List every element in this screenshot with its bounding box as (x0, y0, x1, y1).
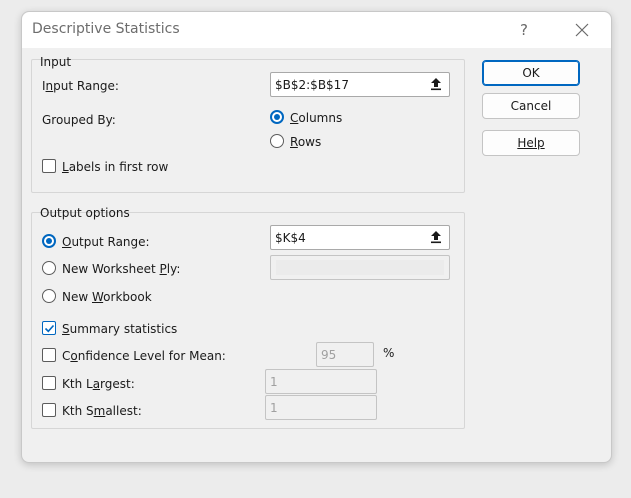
output-options-legend: Output options (40, 206, 130, 220)
disabled-field-fill (276, 260, 444, 275)
output-range-label[interactable]: Output Range: (62, 235, 150, 249)
confidence-level-label[interactable]: Confidence Level for Mean: (62, 349, 226, 363)
new-workbook-radio[interactable] (42, 289, 56, 303)
dialog-title: Descriptive Statistics (32, 21, 180, 37)
rows-radio-label[interactable]: Rows (290, 135, 321, 149)
new-worksheet-ply-radio[interactable] (42, 261, 56, 275)
columns-radio-label[interactable]: Columns (290, 111, 342, 125)
output-range-radio[interactable] (42, 234, 56, 248)
kth-smallest-label[interactable]: Kth Smallest: (62, 404, 142, 418)
labels-in-first-row-label[interactable]: Labels in first row (62, 160, 168, 174)
grouped-by-label: Grouped By: (42, 113, 116, 127)
new-worksheet-ply-field[interactable] (270, 255, 450, 280)
output-range-field[interactable] (270, 225, 450, 250)
rows-radio[interactable] (270, 134, 284, 148)
kth-largest-field[interactable] (265, 369, 377, 394)
collapse-dialog-arrow-icon[interactable] (424, 73, 448, 95)
new-worksheet-ply-label[interactable]: New Worksheet Ply: (62, 262, 180, 276)
summary-statistics-label[interactable]: Summary statistics (62, 322, 177, 336)
kth-largest-label[interactable]: Kth Largest: (62, 377, 135, 391)
title-bar: Descriptive Statistics ? (22, 12, 611, 48)
ok-button[interactable]: OK (482, 60, 580, 86)
summary-statistics-checkbox[interactable] (42, 321, 56, 335)
confidence-level-field[interactable] (316, 342, 374, 367)
cancel-button[interactable]: Cancel (482, 93, 580, 119)
new-workbook-label[interactable]: New Workbook (62, 290, 152, 304)
confidence-level-checkbox[interactable] (42, 348, 56, 362)
kth-largest-checkbox[interactable] (42, 376, 56, 390)
output-range-collapse-arrow-icon[interactable] (424, 226, 448, 248)
labels-in-first-row-checkbox[interactable] (42, 159, 56, 173)
input-range-field[interactable] (270, 72, 450, 97)
kth-smallest-checkbox[interactable] (42, 403, 56, 417)
descriptive-statistics-dialog: Descriptive Statistics ? Input Input Ran… (21, 11, 612, 463)
columns-radio[interactable] (270, 110, 284, 124)
input-range-label: Input Range: (42, 79, 119, 93)
input-legend: Input (40, 55, 72, 69)
help-button[interactable]: Help (482, 130, 580, 156)
help-question-icon[interactable]: ? (512, 18, 536, 42)
percent-sign: % (383, 346, 395, 360)
close-icon[interactable] (570, 18, 594, 42)
kth-smallest-field[interactable] (265, 395, 377, 420)
checkmark-icon (44, 324, 55, 333)
